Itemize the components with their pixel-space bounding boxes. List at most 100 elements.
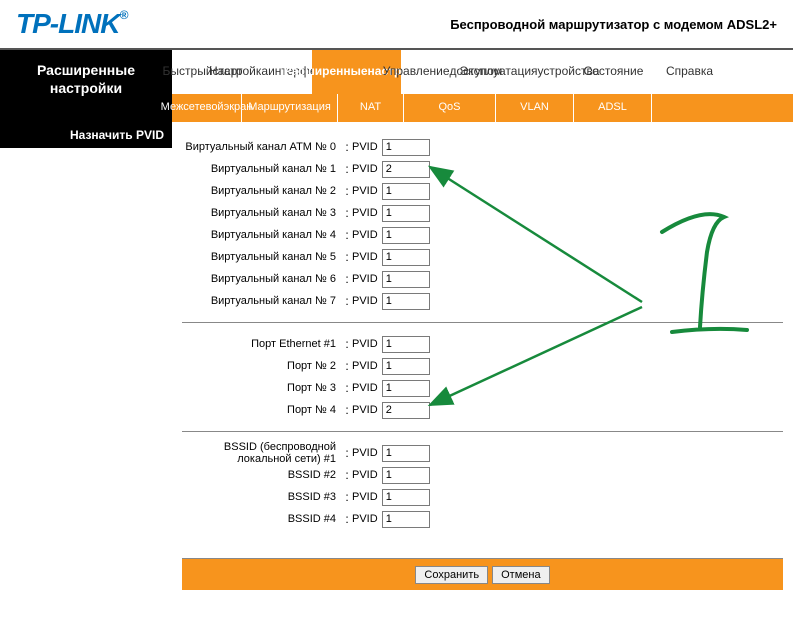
pvid-row-label: Виртуальный канал № 7 <box>182 295 342 307</box>
header: TP-LINK® Беспроводной маршрутизатор с мо… <box>0 0 793 50</box>
pvid-group-1: Порт Ethernet #1:PVIDПорт № 2:PVIDПорт №… <box>182 322 783 431</box>
nav-left-title: Расширенные настройки <box>0 50 172 122</box>
pvid-input[interactable] <box>382 293 430 310</box>
tab-label-l1: Расширенные <box>284 65 368 78</box>
tab-label-l1: Быстрый <box>163 65 213 78</box>
pvid-field-label: PVID <box>352 229 382 241</box>
pvid-input[interactable] <box>382 402 430 419</box>
pvid-row-label: Виртуальный канал № 1 <box>182 163 342 175</box>
pvid-row: BSSID (беспроводной локальной сети) #1:P… <box>182 442 783 464</box>
pvid-field-label: PVID <box>352 447 382 459</box>
pvid-input[interactable] <box>382 161 430 178</box>
content: Назначить PVID Виртуальный канал ATM № 0… <box>0 122 793 592</box>
pvid-row: Виртуальный канал № 6:PVID <box>182 268 783 290</box>
pvid-input[interactable] <box>382 249 430 266</box>
primary-nav: Расширенные настройки БыстрыйстартНастро… <box>0 50 793 122</box>
subtab-5[interactable]: ADSL <box>574 94 652 122</box>
pvid-row-label: BSSID #2 <box>182 469 342 481</box>
pvid-field-label: PVID <box>352 491 382 503</box>
pvid-input[interactable] <box>382 183 430 200</box>
tab-label-l1: Эксплуатация <box>460 65 538 78</box>
pvid-row: Виртуальный канал № 3:PVID <box>182 202 783 224</box>
pvid-field-label: PVID <box>352 295 382 307</box>
colon: : <box>342 184 352 198</box>
pvid-field-label: PVID <box>352 404 382 416</box>
footer-bar: Сохранить Отмена <box>182 558 783 590</box>
nav-subtabs: МежсетевойэкранМаршрутизацияNATQoSVLANAD… <box>172 94 793 122</box>
pvid-field-label: PVID <box>352 382 382 394</box>
subtab-2[interactable]: NAT <box>338 94 404 122</box>
pvid-field-label: PVID <box>352 163 382 175</box>
nav-right: БыстрыйстартНастройкаинтерфейсаРасширенн… <box>172 50 793 122</box>
pvid-input[interactable] <box>382 380 430 397</box>
pvid-row: Порт № 4:PVID <box>182 399 783 421</box>
pvid-input[interactable] <box>382 511 430 528</box>
logo-text: TP-LINK <box>16 8 119 39</box>
tab-label-l1: Настройка <box>209 65 268 78</box>
subtab-4[interactable]: VLAN <box>496 94 574 122</box>
pvid-row-label: Порт № 3 <box>182 382 342 394</box>
tab-5[interactable]: Состояние <box>576 50 652 94</box>
pvid-row-label: Виртуальный канал № 6 <box>182 273 342 285</box>
tab-label-l1: Состояние <box>584 65 644 78</box>
pvid-input[interactable] <box>382 227 430 244</box>
sidebar-title: Назначить PVID <box>0 122 172 148</box>
save-button[interactable]: Сохранить <box>415 566 488 584</box>
pvid-input[interactable] <box>382 139 430 156</box>
colon: : <box>342 468 352 482</box>
pvid-group-2: BSSID (беспроводной локальной сети) #1:P… <box>182 431 783 540</box>
colon: : <box>342 250 352 264</box>
pvid-input[interactable] <box>382 445 430 462</box>
pvid-input[interactable] <box>382 205 430 222</box>
colon: : <box>342 381 352 395</box>
colon: : <box>342 512 352 526</box>
pvid-field-label: PVID <box>352 207 382 219</box>
pvid-input[interactable] <box>382 467 430 484</box>
pvid-row-label: Виртуальный канал № 2 <box>182 185 342 197</box>
colon: : <box>342 490 352 504</box>
subtab-3[interactable]: QoS <box>404 94 496 122</box>
pvid-row: Виртуальный канал № 2:PVID <box>182 180 783 202</box>
pvid-row: BSSID #2:PVID <box>182 464 783 486</box>
pvid-row-label: BSSID #4 <box>182 513 342 525</box>
colon: : <box>342 403 352 417</box>
tab-label-l1: Справка <box>666 65 713 78</box>
pvid-input[interactable] <box>382 358 430 375</box>
colon: : <box>342 140 352 154</box>
pvid-row-label: BSSID (беспроводной локальной сети) #1 <box>182 441 342 465</box>
pvid-field-label: PVID <box>352 469 382 481</box>
nav-left-title-l2: настройки <box>4 80 168 98</box>
logo-reg: ® <box>119 8 127 22</box>
pvid-input[interactable] <box>382 271 430 288</box>
logo: TP-LINK® <box>16 8 127 40</box>
pvid-row-label: Виртуальный канал ATM № 0 <box>182 141 342 153</box>
tab-6[interactable]: Справка <box>652 50 728 94</box>
pvid-row-label: BSSID #3 <box>182 491 342 503</box>
pvid-field-label: PVID <box>352 251 382 263</box>
colon: : <box>342 359 352 373</box>
pvid-row-label: Виртуальный канал № 5 <box>182 251 342 263</box>
pvid-row: BSSID #4:PVID <box>182 508 783 530</box>
pvid-field-label: PVID <box>352 513 382 525</box>
main-panel: Виртуальный канал ATM № 0:PVIDВиртуальны… <box>172 122 793 592</box>
pvid-field-label: PVID <box>352 360 382 372</box>
pvid-row: Порт № 3:PVID <box>182 377 783 399</box>
pvid-input[interactable] <box>382 489 430 506</box>
pvid-field-label: PVID <box>352 141 382 153</box>
pvid-group-0: Виртуальный канал ATM № 0:PVIDВиртуальны… <box>182 136 783 322</box>
tab-4[interactable]: Эксплуатацияустройства <box>484 50 576 94</box>
colon: : <box>342 337 352 351</box>
pvid-row: Виртуальный канал № 4:PVID <box>182 224 783 246</box>
pvid-input[interactable] <box>382 336 430 353</box>
pvid-row-label: Порт № 4 <box>182 404 342 416</box>
subtab-0[interactable]: Межсетевойэкран <box>172 94 242 122</box>
pvid-row-label: Порт № 2 <box>182 360 342 372</box>
subtab-1[interactable]: Маршрутизация <box>242 94 338 122</box>
colon: : <box>342 294 352 308</box>
cancel-button[interactable]: Отмена <box>492 566 549 584</box>
pvid-field-label: PVID <box>352 185 382 197</box>
pvid-row: Виртуальный канал № 7:PVID <box>182 290 783 312</box>
pvid-row: Порт Ethernet #1:PVID <box>182 333 783 355</box>
pvid-row-label: Виртуальный канал № 3 <box>182 207 342 219</box>
nav-left-title-l1: Расширенные <box>4 62 168 80</box>
